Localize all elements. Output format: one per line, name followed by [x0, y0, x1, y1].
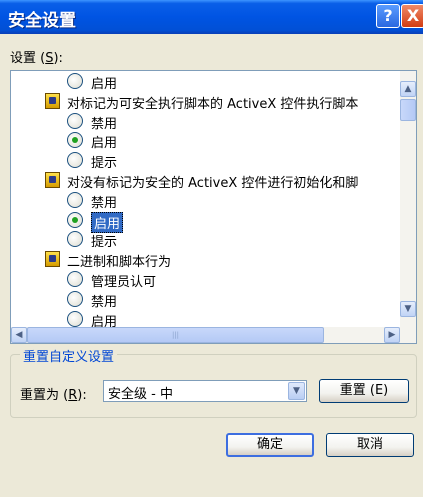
- radio-unchecked[interactable]: [67, 290, 83, 307]
- tree-category-label: 对没有标记为安全的 ActiveX 控件进行初始化和脚: [67, 176, 359, 191]
- security-setting-icon: [45, 172, 60, 188]
- tree-category[interactable]: 对没有标记为安全的 ActiveX 控件进行初始化和脚: [11, 170, 401, 191]
- reset-button[interactable]: 重置 (E): [319, 379, 409, 403]
- window-title: 安全设置: [8, 11, 76, 31]
- tree-option-label: 提示: [91, 156, 118, 172]
- tree-option-label: 提示: [91, 235, 118, 251]
- radio-unchecked[interactable]: [67, 73, 83, 89]
- tree-option-label: 管理员认可: [91, 275, 157, 290]
- tree-option[interactable]: 禁用: [11, 111, 401, 132]
- title-bar: 安全设置 ? X: [0, 0, 423, 34]
- horizontal-scroll-thumb[interactable]: |||: [27, 327, 324, 343]
- radio-unchecked[interactable]: [67, 231, 83, 248]
- chevron-down-icon[interactable]: ▼: [288, 382, 305, 400]
- tree-category-label: 对标记为可安全执行脚本的 ActiveX 控件执行脚本: [67, 96, 359, 112]
- security-settings-dialog: 安全设置 ? X 设置 (S): 启用对标记为可安全执行脚本的 ActiveX …: [0, 0, 423, 497]
- radio-unchecked[interactable]: [67, 310, 83, 327]
- ok-button[interactable]: 确定: [226, 433, 314, 457]
- horizontal-scrollbar[interactable]: ◀ ||| ▶: [11, 327, 416, 343]
- arrow-down-icon[interactable]: ▼: [400, 301, 416, 317]
- radio-unchecked[interactable]: [67, 271, 83, 287]
- tree-option[interactable]: 启用: [11, 210, 401, 233]
- tree-option[interactable]: 管理员认可: [11, 269, 401, 290]
- reset-group-title: 重置自定义设置: [20, 346, 118, 365]
- tree-option[interactable]: 启用: [11, 71, 401, 92]
- radio-checked[interactable]: [67, 132, 83, 149]
- tree-option-label: 禁用: [91, 116, 118, 132]
- tree-option[interactable]: 启用: [11, 130, 401, 152]
- help-button[interactable]: ?: [376, 4, 400, 28]
- tree-option-label: 启用: [91, 136, 118, 152]
- tree-option[interactable]: 提示: [11, 150, 401, 172]
- tree-option-label: 禁用: [91, 294, 118, 310]
- radio-unchecked[interactable]: [67, 191, 83, 208]
- security-setting-icon: [45, 251, 60, 268]
- tree-category-label: 二进制和脚本行为: [67, 255, 172, 271]
- reset-level-select[interactable]: 安全级 - 中 ▼: [103, 380, 307, 402]
- tree-option[interactable]: 禁用: [11, 190, 401, 211]
- vertical-scroll-thumb[interactable]: [400, 99, 416, 121]
- arrow-left-icon[interactable]: ◀: [11, 327, 27, 343]
- tree-option[interactable]: 启用: [11, 309, 401, 327]
- tree-category[interactable]: 对标记为可安全执行脚本的 ActiveX 控件执行脚本: [11, 91, 401, 112]
- arrow-up-icon[interactable]: ▲: [400, 81, 416, 97]
- radio-unchecked[interactable]: [67, 112, 83, 129]
- tree-option-label: 启用: [91, 77, 118, 92]
- tree-option[interactable]: 提示: [11, 229, 401, 251]
- arrow-right-icon[interactable]: ▶: [384, 327, 400, 343]
- tree-option-label: 启用: [91, 314, 118, 327]
- tree-category[interactable]: 二进制和脚本行为: [11, 249, 401, 271]
- close-button[interactable]: X: [401, 4, 423, 28]
- tree-option[interactable]: 禁用: [11, 289, 401, 310]
- radio-unchecked[interactable]: [67, 152, 83, 169]
- tree-option-label: 禁用: [91, 195, 118, 211]
- settings-tree-rows: 启用 对标记为可安全执行脚本的 ActiveX 控件执行脚本 禁用 启用 提示 对没有标记…: [11, 71, 401, 327]
- security-setting-icon: [45, 92, 60, 109]
- settings-label: 设置 (S):: [10, 51, 63, 66]
- cancel-button[interactable]: 取消: [326, 433, 414, 457]
- reset-level-value: 安全级 - 中: [108, 387, 173, 402]
- reset-to-label: 重置为 (R):: [20, 388, 87, 403]
- vertical-scrollbar[interactable]: ▲ ▼: [400, 71, 416, 327]
- radio-checked[interactable]: [67, 211, 83, 228]
- settings-tree[interactable]: 启用 对标记为可安全执行脚本的 ActiveX 控件执行脚本 禁用 启用 提示 对没有标记…: [10, 70, 417, 344]
